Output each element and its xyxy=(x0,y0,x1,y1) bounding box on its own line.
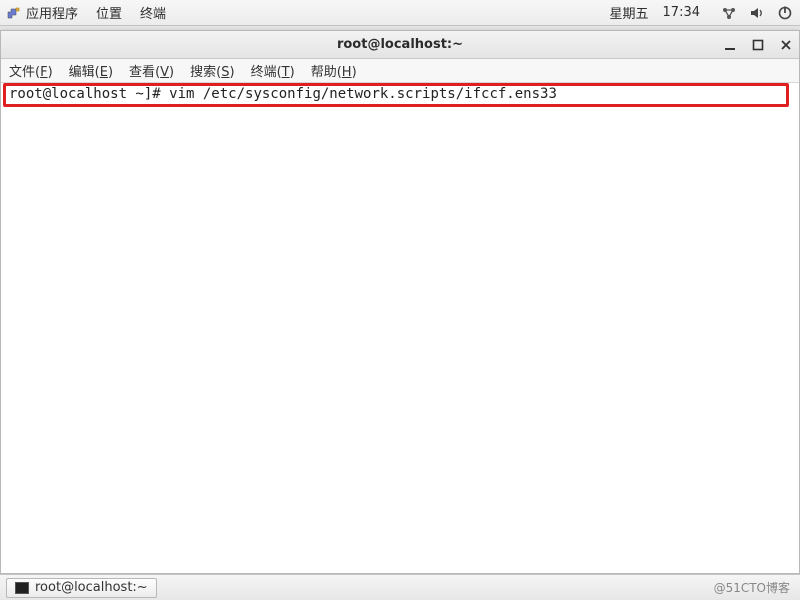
titlebar[interactable]: root@localhost:~ xyxy=(1,31,799,59)
menu-file[interactable]: 文件(F) xyxy=(9,61,53,80)
panel-menu-places[interactable]: 位置 xyxy=(96,3,122,22)
menu-help[interactable]: 帮助(H) xyxy=(311,61,357,80)
top-panel: 应用程序 位置 终端 星期五 17:34 xyxy=(0,0,800,26)
network-icon[interactable] xyxy=(720,4,738,22)
minimize-button[interactable] xyxy=(723,38,737,52)
terminal-body[interactable]: root@localhost ~]# vim /etc/sysconfig/ne… xyxy=(1,83,799,573)
volume-icon[interactable] xyxy=(748,4,766,22)
close-button[interactable] xyxy=(779,38,793,52)
power-icon[interactable] xyxy=(776,4,794,22)
command-line: root@localhost ~]# vim /etc/sysconfig/ne… xyxy=(9,86,557,102)
panel-day[interactable]: 星期五 xyxy=(610,3,649,22)
activities-icon[interactable] xyxy=(6,6,20,20)
taskbar-task-terminal[interactable]: root@localhost:~ xyxy=(6,578,157,598)
panel-menu-terminal[interactable]: 终端 xyxy=(140,3,166,22)
menu-search[interactable]: 搜索(S) xyxy=(190,61,234,80)
shell-command: vim /etc/sysconfig/network.scripts/ifccf… xyxy=(169,86,557,102)
terminal-window: root@localhost:~ 文件(F) 编辑(E) 查看(V) xyxy=(0,30,800,574)
menu-edit[interactable]: 编辑(E) xyxy=(69,61,113,80)
panel-menu-applications[interactable]: 应用程序 xyxy=(26,3,78,22)
panel-time[interactable]: 17:34 xyxy=(663,5,700,20)
watermark: @51CTO博客 xyxy=(714,579,794,596)
window-title: root@localhost:~ xyxy=(337,37,463,52)
terminal-icon xyxy=(15,582,29,594)
maximize-button[interactable] xyxy=(751,38,765,52)
menubar: 文件(F) 编辑(E) 查看(V) 搜索(S) 终端(T) 帮助(H) xyxy=(1,59,799,83)
shell-prompt: root@localhost ~]# xyxy=(9,86,169,102)
desktop: root@localhost:~ 文件(F) 编辑(E) 查看(V) xyxy=(0,26,800,574)
menu-view[interactable]: 查看(V) xyxy=(129,61,174,80)
taskbar-task-label: root@localhost:~ xyxy=(35,580,148,595)
menu-terminal[interactable]: 终端(T) xyxy=(251,61,295,80)
bottom-panel: root@localhost:~ @51CTO博客 xyxy=(0,574,800,600)
